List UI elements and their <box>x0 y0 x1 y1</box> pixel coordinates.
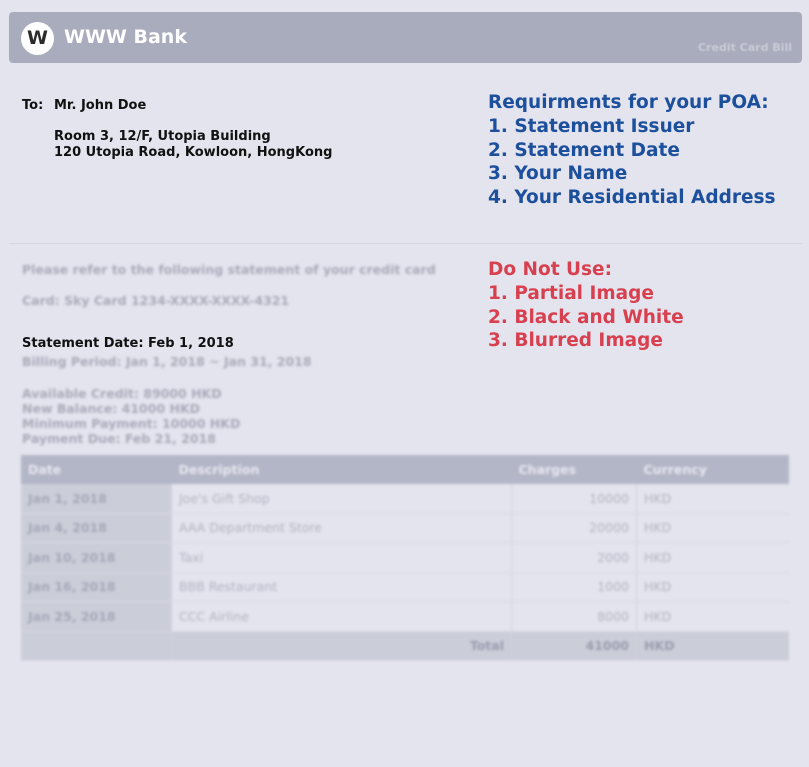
do-not-use-list: Do Not Use: 1. Partial Image 2. Black an… <box>488 258 684 353</box>
address-line-2: 120 Utopia Road, Kowloon, HongKong <box>54 145 333 160</box>
table-header-row: Date Description Charges Currency <box>21 455 789 484</box>
total-empty-cell <box>21 631 172 661</box>
row-description: Joe's Gift Shop <box>171 484 512 514</box>
row-date: Jan 25, 2018 <box>21 601 172 632</box>
requirement-item: 4. Your Residential Address <box>488 187 776 209</box>
row-date: Jan 4, 2018 <box>21 513 172 543</box>
row-currency: HKD <box>636 601 789 632</box>
minimum-payment: Minimum Payment: 10000 HKD <box>22 416 241 431</box>
table-row: Jan 4, 2018 AAA Department Store 20000 H… <box>21 513 789 543</box>
card-number: Card: Sky Card 1234-XXXX-XXXX-4321 <box>22 293 290 308</box>
row-description: AAA Department Store <box>171 513 512 543</box>
document-type: Credit Card Bill <box>697 41 792 54</box>
table-row: Jan 16, 2018 BBB Restaurant 1000 HKD <box>21 572 789 602</box>
table-row: Jan 1, 2018 Joe's Gift Shop 10000 HKD <box>21 484 789 514</box>
row-description: Taxi <box>171 542 512 573</box>
row-description: BBB Restaurant <box>171 572 512 602</box>
transactions-table: Date Description Charges Currency Jan 1,… <box>21 455 789 661</box>
bank-logo: W <box>21 22 54 55</box>
requirements-title: Requirments for your POA: <box>488 92 769 113</box>
do-not-use-item: 2. Black and White <box>488 306 684 328</box>
to-label: To: <box>22 98 44 113</box>
bank-name: WWW Bank <box>64 26 187 48</box>
total-currency: HKD <box>636 631 789 661</box>
row-charges: 2000 <box>511 542 637 573</box>
row-charges: 1000 <box>511 572 637 602</box>
row-date: Jan 1, 2018 <box>21 484 172 514</box>
row-charges: 10000 <box>511 484 637 514</box>
requirement-item: 3. Your Name <box>488 163 628 185</box>
column-header-description: Description <box>171 455 512 484</box>
table-row: Jan 10, 2018 Taxi 2000 HKD <box>21 542 789 573</box>
row-currency: HKD <box>636 513 789 543</box>
statement-intro: Please refer to the following statement … <box>22 262 436 277</box>
row-currency: HKD <box>636 542 789 573</box>
do-not-use-item: 1. Partial Image <box>488 282 654 304</box>
row-charges: 20000 <box>511 513 637 543</box>
requirement-item: 1. Statement Issuer <box>488 115 695 137</box>
do-not-use-item: 3. Blurred Image <box>488 330 663 352</box>
row-description: CCC Airline <box>171 601 512 632</box>
poa-requirements: Requirments for your POA: 1. Statement I… <box>488 91 776 210</box>
billing-period: Billing Period: Jan 1, 2018 ~ Jan 31, 20… <box>22 354 312 369</box>
payment-due: Payment Due: Feb 21, 2018 <box>22 431 216 446</box>
row-currency: HKD <box>636 572 789 602</box>
row-currency: HKD <box>636 484 789 514</box>
column-header-charges: Charges <box>511 455 637 484</box>
new-balance: New Balance: 41000 HKD <box>22 401 201 416</box>
column-header-date: Date <box>21 455 172 484</box>
row-date: Jan 16, 2018 <box>21 572 172 602</box>
statement-date: Statement Date: Feb 1, 2018 <box>22 336 234 351</box>
table-row: Jan 25, 2018 CCC Airline 8000 HKD <box>21 601 789 632</box>
bank-header: W WWW Bank Credit Card Bill <box>9 12 802 63</box>
total-value: 41000 <box>511 631 637 661</box>
recipient-name: Mr. John Doe <box>54 98 147 113</box>
table-total-row: Total 41000 HKD <box>21 631 789 661</box>
row-charges: 8000 <box>511 601 637 632</box>
column-header-currency: Currency <box>636 455 789 484</box>
section-divider <box>9 243 802 244</box>
total-label: Total <box>171 631 512 661</box>
available-credit: Available Credit: 89000 HKD <box>22 386 222 401</box>
do-not-use-title: Do Not Use: <box>488 259 612 280</box>
address-line-1: Room 3, 12/F, Utopia Building <box>54 129 271 144</box>
requirement-item: 2. Statement Date <box>488 139 680 161</box>
row-date: Jan 10, 2018 <box>21 542 172 573</box>
